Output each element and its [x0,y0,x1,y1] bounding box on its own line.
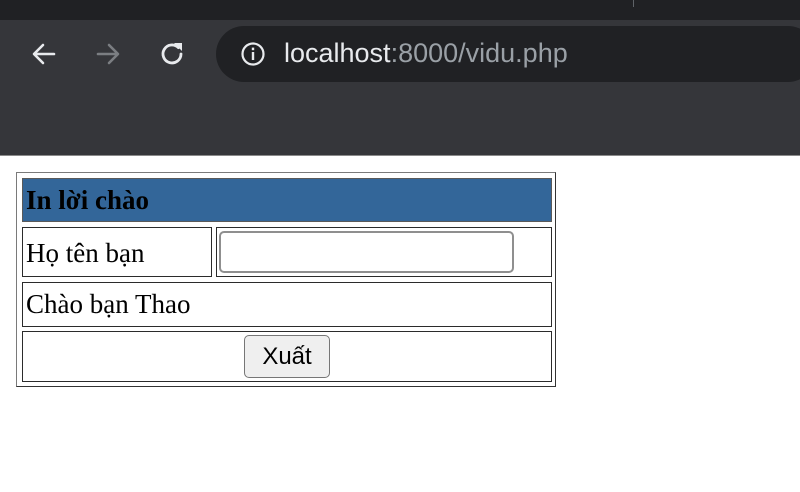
name-input[interactable] [219,231,514,273]
tab-strip [0,0,800,20]
arrow-left-icon [32,43,56,65]
chrome-divider [0,155,800,156]
form-title: In lời chào [26,185,149,215]
info-icon[interactable] [240,41,266,67]
name-label: Họ tên bạn [26,238,145,268]
bookmarks-bar [0,88,800,155]
arrow-right-icon [96,43,120,65]
reload-button[interactable] [156,38,188,70]
tab-separator [633,0,634,7]
forward-button[interactable] [92,38,124,70]
submit-button[interactable]: Xuất [244,335,330,378]
greeting-message: Chào bạn Thao [26,289,191,319]
url-text[interactable]: localhost:8000/vidu.php [284,35,568,71]
back-button[interactable] [28,38,60,70]
url-path: :8000/vidu.php [390,38,568,68]
url-host: localhost [284,38,391,68]
reload-icon [161,43,183,65]
